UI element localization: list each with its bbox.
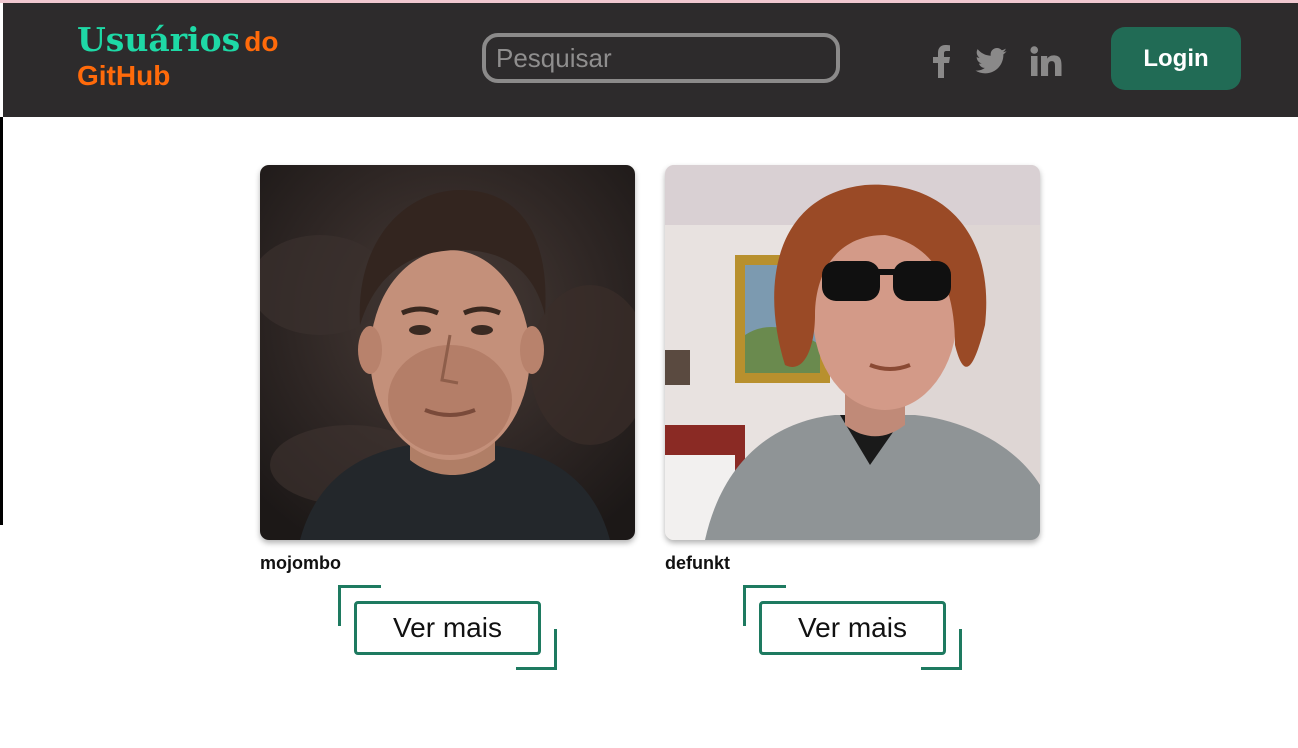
username: defunkt: [665, 553, 730, 573]
site-logo[interactable]: Usuários do GitHub: [77, 23, 278, 90]
site-header: Usuáriosdo GitHub Login: [3, 3, 1298, 117]
avatar-photo-mojombo: [260, 165, 635, 540]
avatar[interactable]: [260, 165, 635, 540]
user-card: defunkt Ver mais: [665, 165, 1040, 670]
linkedin-icon: [1030, 46, 1062, 76]
username: mojombo: [260, 553, 341, 573]
user-card: mojombo Ver mais: [260, 165, 635, 670]
twitter-link[interactable]: [973, 43, 1009, 79]
ver-mais-button[interactable]: Ver mais: [354, 601, 541, 655]
ver-mais-wrapper: Ver mais: [338, 585, 558, 671]
avatar[interactable]: [665, 165, 1040, 540]
linkedin-link[interactable]: [1028, 43, 1064, 79]
login-button[interactable]: Login: [1111, 27, 1241, 90]
facebook-link[interactable]: [928, 43, 954, 79]
twitter-icon: [975, 48, 1007, 74]
ver-mais-button[interactable]: Ver mais: [759, 601, 946, 655]
avatar-photo-defunkt: [665, 165, 1040, 540]
search-input[interactable]: [482, 33, 840, 83]
logo-text-do: do: [244, 26, 279, 57]
logo-text-usuarios: Usuários: [77, 20, 241, 59]
facebook-icon: [933, 45, 950, 78]
logo-text-github: GitHub: [77, 60, 171, 91]
ver-mais-wrapper: Ver mais: [743, 585, 963, 671]
left-edge: [0, 117, 3, 525]
